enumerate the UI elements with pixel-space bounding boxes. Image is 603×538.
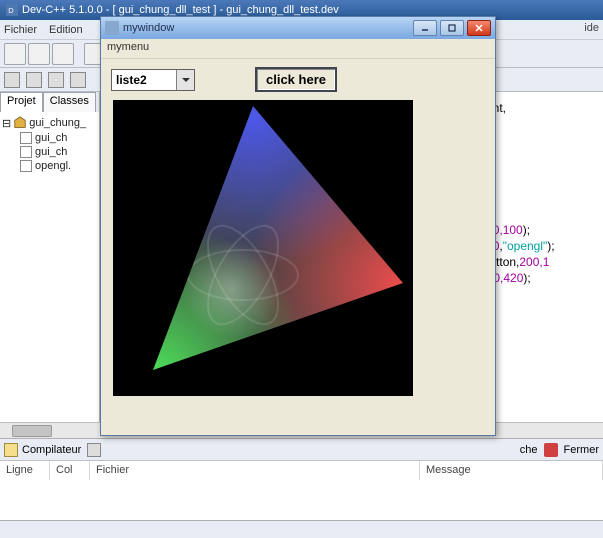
col-col[interactable]: Col xyxy=(50,461,90,480)
col-ligne[interactable]: Ligne xyxy=(0,461,50,480)
compiler-icon xyxy=(4,443,18,457)
click-here-button[interactable]: click here xyxy=(255,67,337,92)
popup-window-mywindow: mywindow mymenu click here xyxy=(100,16,496,436)
file-icon xyxy=(20,146,32,158)
code-fragment: ent, xyxy=(486,100,597,116)
tree-item[interactable]: gui_ch xyxy=(20,132,97,144)
bottom-fragment-che: che xyxy=(520,444,538,456)
close-icon[interactable] xyxy=(544,443,558,457)
toolbar-button[interactable] xyxy=(4,43,26,65)
tree-item-label: gui_ch xyxy=(35,146,67,158)
toolbar-button[interactable] xyxy=(28,43,50,65)
scrollbar-thumb[interactable] xyxy=(12,425,52,437)
tab-compilateur[interactable]: Compilateur xyxy=(22,444,81,456)
tree-item[interactable]: opengl. xyxy=(20,160,97,172)
message-list-header: Ligne Col Fichier Message xyxy=(0,460,603,480)
chevron-down-icon[interactable] xyxy=(176,70,194,90)
menu-edition[interactable]: Edition xyxy=(49,24,83,36)
toolbar-small-button[interactable] xyxy=(26,72,42,88)
popup-title: mywindow xyxy=(123,22,174,34)
tree-item-label: gui_ch xyxy=(35,132,67,144)
toolbar-small-button[interactable] xyxy=(70,72,86,88)
tree-root-label: gui_chung_ xyxy=(29,117,86,129)
combo-input[interactable] xyxy=(112,71,176,89)
opengl-canvas xyxy=(113,100,413,396)
devcpp-icon: D xyxy=(6,4,18,16)
project-icon xyxy=(13,116,27,130)
maximize-button[interactable] xyxy=(440,20,464,36)
fermer-button[interactable]: Fermer xyxy=(564,444,599,456)
minimize-button[interactable] xyxy=(413,20,437,36)
file-icon xyxy=(20,160,32,172)
toolbar-small-button[interactable] xyxy=(4,72,20,88)
project-tree: ⊟ gui_chung_ gui_ch gui_ch opengl. xyxy=(0,112,99,176)
status-bar xyxy=(0,520,603,538)
minus-icon[interactable]: ⊟ xyxy=(2,117,11,130)
col-message[interactable]: Message xyxy=(420,461,603,480)
app-icon xyxy=(105,21,119,35)
popup-menu-label[interactable]: mymenu xyxy=(107,41,149,53)
toolbar-button[interactable] xyxy=(52,43,74,65)
toolbar-small-button[interactable] xyxy=(48,72,64,88)
bottom-tab-button[interactable] xyxy=(87,443,101,457)
message-list[interactable] xyxy=(0,480,603,520)
tab-projet[interactable]: Projet xyxy=(0,92,43,112)
tree-item[interactable]: gui_ch xyxy=(20,146,97,158)
liste-combo[interactable] xyxy=(111,69,195,91)
ide-title: Dev-C++ 5.1.0.0 - [ gui_chung_dll_test ]… xyxy=(22,4,339,16)
svg-text:D: D xyxy=(8,6,14,15)
close-button[interactable] xyxy=(467,20,491,36)
tree-item-label: opengl. xyxy=(35,160,71,172)
popup-title-bar[interactable]: mywindow xyxy=(101,17,495,39)
project-panel: Projet Classes ⊟ gui_chung_ gui_ch gui_c… xyxy=(0,92,100,422)
menu-aide-fragment[interactable]: ide xyxy=(584,22,599,34)
file-icon xyxy=(20,132,32,144)
col-fichier[interactable]: Fichier xyxy=(90,461,420,480)
code-fragment: l) xyxy=(486,116,597,132)
tab-classes[interactable]: Classes xyxy=(43,92,96,112)
popup-menu-bar: mymenu xyxy=(101,39,495,59)
menu-fichier[interactable]: Fichier xyxy=(4,24,37,36)
tree-root[interactable]: ⊟ gui_chung_ xyxy=(2,116,97,130)
bottom-tabs: Compilateur che Fermer xyxy=(0,438,603,460)
